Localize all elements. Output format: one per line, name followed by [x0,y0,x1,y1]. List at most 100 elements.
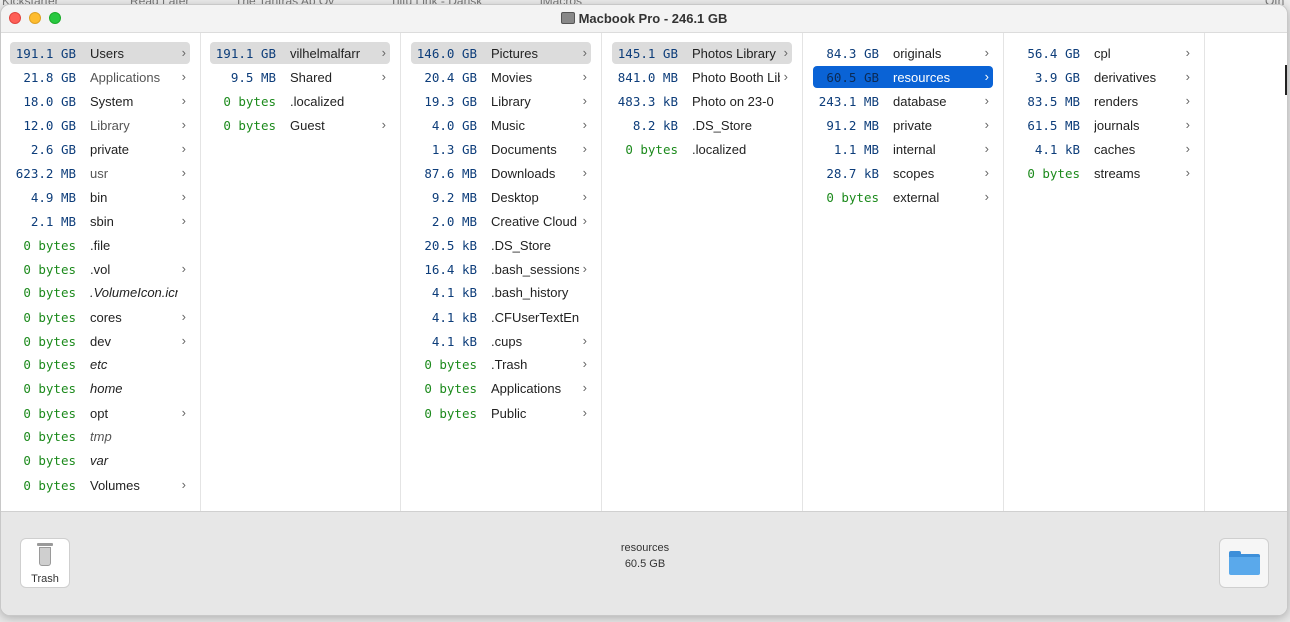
file-row[interactable]: 0 bytes streams › [1014,162,1194,184]
file-row[interactable]: 4.9 MB bin › [10,186,190,208]
chevron-right-icon[interactable]: › [985,93,989,108]
file-row[interactable]: 0 bytes home [10,377,190,399]
file-row[interactable]: 1.1 MB internal › [813,138,993,160]
file-row[interactable]: 841.0 MB Photo Booth Library › [612,66,792,88]
chevron-right-icon[interactable]: › [382,117,386,132]
file-row[interactable]: 16.4 kB .bash_sessions › [411,258,591,280]
chevron-right-icon[interactable]: › [182,69,186,84]
chevron-right-icon[interactable]: › [382,45,386,60]
file-row[interactable]: 3.9 GB derivatives › [1014,66,1194,88]
file-row[interactable]: 0 bytes .file [10,234,190,256]
chevron-right-icon[interactable]: › [182,93,186,108]
file-row[interactable]: 0 bytes opt › [10,402,190,424]
chevron-right-icon[interactable]: › [1186,141,1190,156]
chevron-right-icon[interactable]: › [1186,69,1190,84]
file-row[interactable]: 9.5 MB Shared › [210,66,390,88]
chevron-right-icon[interactable]: › [985,117,989,132]
file-row[interactable]: 60.5 GB resources › [813,66,993,88]
file-row[interactable]: 4.1 kB caches › [1014,138,1194,160]
file-row[interactable]: 8.2 kB .DS_Store [612,114,792,136]
file-row[interactable]: 483.3 kB Photo on 23-0 [612,90,792,112]
chevron-right-icon[interactable]: › [583,261,587,276]
chevron-right-icon[interactable]: › [985,45,989,60]
chevron-right-icon[interactable]: › [985,69,989,84]
file-row[interactable]: 20.4 GB Movies › [411,66,591,88]
chevron-right-icon[interactable]: › [583,356,587,371]
file-row[interactable]: 145.1 GB Photos Library › [612,42,792,64]
file-row[interactable]: 0 bytes .vol › [10,258,190,280]
chevron-right-icon[interactable]: › [784,69,788,84]
chevron-right-icon[interactable]: › [182,45,186,60]
file-row[interactable]: 28.7 kB scopes › [813,162,993,184]
file-row[interactable]: 0 bytes var [10,449,190,471]
file-row[interactable]: 83.5 MB renders › [1014,90,1194,112]
file-row[interactable]: 19.3 GB Library › [411,90,591,112]
file-row[interactable]: 91.2 MB private › [813,114,993,136]
file-row[interactable]: 0 bytes .VolumeIcon.icns [10,281,190,303]
chevron-right-icon[interactable]: › [182,333,186,348]
chevron-right-icon[interactable]: › [583,380,587,395]
chevron-right-icon[interactable]: › [1186,45,1190,60]
file-row[interactable]: 4.0 GB Music › [411,114,591,136]
file-row[interactable]: 4.1 kB .cups › [411,330,591,352]
chevron-right-icon[interactable]: › [1186,93,1190,108]
chevron-right-icon[interactable]: › [182,117,186,132]
file-row[interactable]: 1.3 GB Documents › [411,138,591,160]
chevron-right-icon[interactable]: › [182,405,186,420]
file-row[interactable]: 21.8 GB Applications › [10,66,190,88]
chevron-right-icon[interactable]: › [583,93,587,108]
file-row[interactable]: 0 bytes Volumes › [10,474,190,496]
chevron-right-icon[interactable]: › [583,213,587,228]
chevron-right-icon[interactable]: › [583,165,587,180]
chevron-right-icon[interactable]: › [583,405,587,420]
file-row[interactable]: 146.0 GB Pictures › [411,42,591,64]
file-row[interactable]: 0 bytes tmp [10,425,190,447]
file-row[interactable]: 0 bytes cores › [10,306,190,328]
reveal-folder-button[interactable] [1219,538,1269,588]
chevron-right-icon[interactable]: › [985,165,989,180]
file-row[interactable]: 191.1 GB vilhelmalfarr › [210,42,390,64]
file-row[interactable]: 18.0 GB System › [10,90,190,112]
file-row[interactable]: 2.6 GB private › [10,138,190,160]
file-row[interactable]: 0 bytes .localized [612,138,792,160]
chevron-right-icon[interactable]: › [1186,117,1190,132]
chevron-right-icon[interactable]: › [182,477,186,492]
chevron-right-icon[interactable]: › [182,309,186,324]
chevron-right-icon[interactable]: › [985,189,989,204]
file-row[interactable]: 4.1 kB .CFUserTextEncoding [411,306,591,328]
chevron-right-icon[interactable]: › [583,141,587,156]
chevron-right-icon[interactable]: › [583,45,587,60]
file-row[interactable]: 12.0 GB Library › [10,114,190,136]
chevron-right-icon[interactable]: › [1186,165,1190,180]
chevron-right-icon[interactable]: › [182,165,186,180]
file-row[interactable]: 0 bytes Guest › [210,114,390,136]
file-row[interactable]: 87.6 MB Downloads › [411,162,591,184]
chevron-right-icon[interactable]: › [985,141,989,156]
chevron-right-icon[interactable]: › [182,261,186,276]
file-row[interactable]: 20.5 kB .DS_Store [411,234,591,256]
file-row[interactable]: 4.1 kB .bash_history [411,281,591,303]
file-row[interactable]: 243.1 MB database › [813,90,993,112]
chevron-right-icon[interactable]: › [182,141,186,156]
chevron-right-icon[interactable]: › [784,45,788,60]
chevron-right-icon[interactable]: › [583,69,587,84]
file-row[interactable]: 2.1 MB sbin › [10,210,190,232]
file-row[interactable]: 0 bytes .Trash › [411,353,591,375]
file-row[interactable]: 0 bytes dev › [10,330,190,352]
title-bar[interactable]: Macbook Pro - 246.1 GB [1,5,1287,33]
file-row[interactable]: 0 bytes Public › [411,402,591,424]
chevron-right-icon[interactable]: › [382,69,386,84]
chevron-right-icon[interactable]: › [182,189,186,204]
file-row[interactable]: 2.0 MB Creative Cloud Files › [411,210,591,232]
chevron-right-icon[interactable]: › [583,333,587,348]
file-row[interactable]: 191.1 GB Users › [10,42,190,64]
file-row[interactable]: 84.3 GB originals › [813,42,993,64]
file-row[interactable]: 0 bytes external › [813,186,993,208]
file-row[interactable]: 56.4 GB cpl › [1014,42,1194,64]
file-row[interactable]: 0 bytes Applications › [411,377,591,399]
chevron-right-icon[interactable]: › [182,213,186,228]
file-row[interactable]: 623.2 MB usr › [10,162,190,184]
chevron-right-icon[interactable]: › [583,189,587,204]
file-row[interactable]: 0 bytes etc [10,353,190,375]
file-row[interactable]: 9.2 MB Desktop › [411,186,591,208]
